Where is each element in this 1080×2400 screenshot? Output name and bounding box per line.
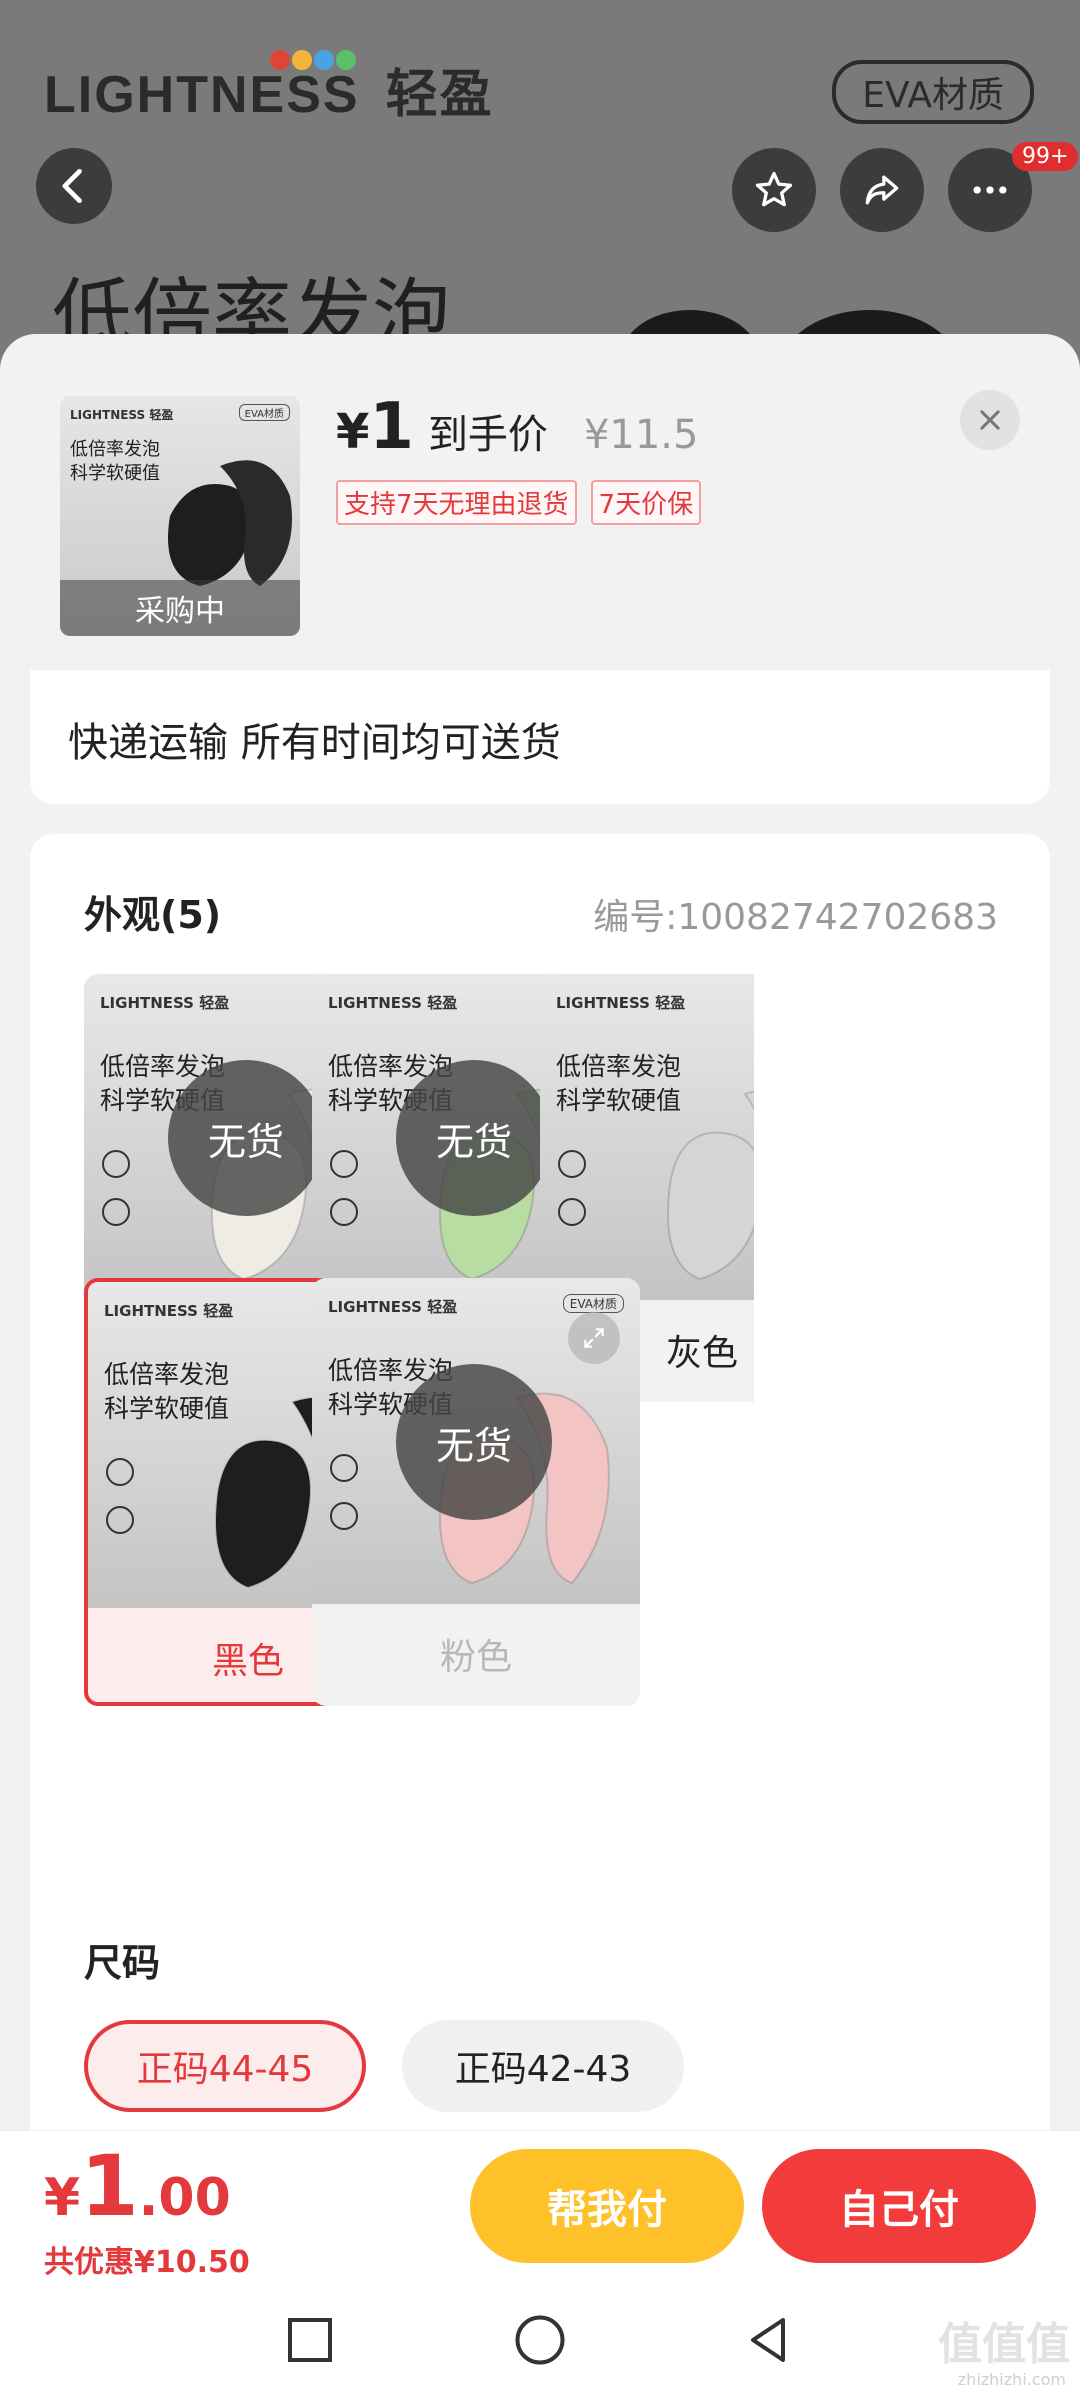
back-button[interactable] bbox=[36, 148, 112, 224]
variant-eva-badge: EVA材质 bbox=[562, 1294, 624, 1313]
variant-brand: LIGHTNESS 轻盈 bbox=[104, 1302, 234, 1320]
delivery-card: 快递运输 所有时间均可送货 bbox=[30, 670, 1050, 804]
final-price: 1 bbox=[369, 390, 414, 464]
watermark-url: zhizhizhi.com bbox=[957, 2370, 1066, 2389]
delivery-text: 快递运输 所有时间均可送货 bbox=[68, 720, 561, 766]
share-button[interactable] bbox=[840, 148, 924, 232]
feature-icon bbox=[102, 1198, 130, 1226]
variant-option-5[interactable]: LIGHTNESS 轻盈 EVA材质 低倍率发泡 科学软硬值 无货 粉色 bbox=[312, 1278, 640, 1706]
price-protection-tag: 7天价保 bbox=[590, 480, 702, 525]
notification-badge: 99+ bbox=[1012, 142, 1079, 171]
return-policy-tag: 支持7天无理由退货 bbox=[336, 480, 577, 525]
size-option-44-45[interactable]: 正码44-45 bbox=[84, 2020, 366, 2112]
sheet-header: LIGHTNESS 轻盈 EVA材质 低倍率发泡 科学软硬值 采购中 ¥ 1 到手… bbox=[0, 334, 1080, 670]
brand-logo: LIGHTNESS 轻盈 bbox=[44, 65, 494, 125]
bottom-action-bar: ¥1.00 共优惠¥10.50 帮我付 自己付 bbox=[0, 2130, 1080, 2280]
feature-icon bbox=[558, 1198, 586, 1226]
star-icon bbox=[755, 171, 793, 207]
thumb-text: 低倍率发泡 科学软硬值 bbox=[70, 439, 160, 484]
watermark: 值值值 bbox=[938, 2319, 1070, 2370]
recents-square-icon[interactable] bbox=[280, 2310, 340, 2370]
feature-icon bbox=[558, 1150, 586, 1178]
close-icon bbox=[980, 410, 1000, 430]
expand-icon[interactable] bbox=[568, 1312, 620, 1364]
total-price: ¥1.00 bbox=[44, 2137, 231, 2235]
price-row: ¥ 1 到手价 ¥11.5 bbox=[336, 390, 698, 464]
back-triangle-icon[interactable] bbox=[738, 2310, 798, 2370]
logo-dots-icon bbox=[270, 50, 356, 70]
feature-icon bbox=[106, 1506, 134, 1534]
out-of-stock-badge: 无货 bbox=[168, 1060, 324, 1216]
close-button[interactable] bbox=[960, 390, 1020, 450]
help-me-pay-button[interactable]: 帮我付 bbox=[470, 2149, 744, 2263]
out-of-stock-badge: 无货 bbox=[396, 1060, 552, 1216]
feature-icon bbox=[106, 1458, 134, 1486]
variant-brand: LIGHTNESS 轻盈 bbox=[556, 994, 686, 1012]
share-icon bbox=[865, 175, 899, 205]
total-saving: 共优惠¥10.50 bbox=[44, 2245, 250, 2280]
pay-myself-button[interactable]: 自己付 bbox=[762, 2149, 1036, 2263]
service-tags: 支持7天无理由退货 7天价保 bbox=[336, 480, 702, 525]
original-price: ¥11.5 bbox=[583, 412, 699, 458]
favorite-button[interactable] bbox=[732, 148, 816, 232]
variant-brand: LIGHTNESS 轻盈 bbox=[328, 1298, 458, 1316]
home-circle-icon[interactable] bbox=[510, 2310, 570, 2370]
out-of-stock-badge: 无货 bbox=[396, 1364, 552, 1520]
spec-card: 外观(5) 编号:10082742702683 LIGHTNESS 轻盈 EVA材… bbox=[30, 834, 1050, 2130]
feature-icon bbox=[330, 1454, 358, 1482]
size-title: 尺码 bbox=[84, 1941, 161, 1985]
product-thumbnail[interactable]: LIGHTNESS 轻盈 EVA材质 低倍率发泡 科学软硬值 采购中 bbox=[60, 396, 300, 636]
feature-icon bbox=[102, 1150, 130, 1178]
variant-image: LIGHTNESS 轻盈 低倍率发泡 科学软硬值 bbox=[540, 974, 754, 1300]
feature-icon bbox=[330, 1502, 358, 1530]
thumb-eva-badge: EVA材质 bbox=[238, 404, 290, 421]
price-currency: ¥ bbox=[336, 404, 370, 460]
sku-number: 编号:10082742702683 bbox=[593, 897, 998, 938]
variant-label: 粉色 bbox=[439, 1637, 512, 1678]
size-option-42-43[interactable]: 正码42-43 bbox=[402, 2020, 684, 2112]
feature-icon bbox=[330, 1150, 358, 1178]
thumb-brand: LIGHTNESS 轻盈 bbox=[70, 408, 174, 422]
appearance-title: 外观(5) bbox=[84, 893, 222, 937]
variant-image: LIGHTNESS 轻盈EVA材质低倍率发泡科学软硬值无货 bbox=[312, 1278, 640, 1604]
system-nav-bar bbox=[0, 2280, 1080, 2400]
more-dots-icon bbox=[973, 186, 1007, 194]
eva-badge: EVA材质 bbox=[832, 60, 1034, 124]
final-price-label: 到手价 bbox=[427, 412, 548, 458]
variant-brand: LIGHTNESS 轻盈 bbox=[100, 994, 230, 1012]
thumb-shoe-image bbox=[168, 460, 292, 586]
back-arrow-icon bbox=[62, 168, 82, 204]
purchasing-overlay: 采购中 bbox=[60, 580, 300, 636]
variant-shoe-image bbox=[667, 1090, 754, 1281]
purchase-sheet: LIGHTNESS 轻盈 EVA材质 低倍率发泡 科学软硬值 采购中 ¥ 1 到手… bbox=[0, 334, 1080, 2130]
feature-icon bbox=[330, 1198, 358, 1226]
variant-brand: LIGHTNESS 轻盈 bbox=[328, 994, 458, 1012]
